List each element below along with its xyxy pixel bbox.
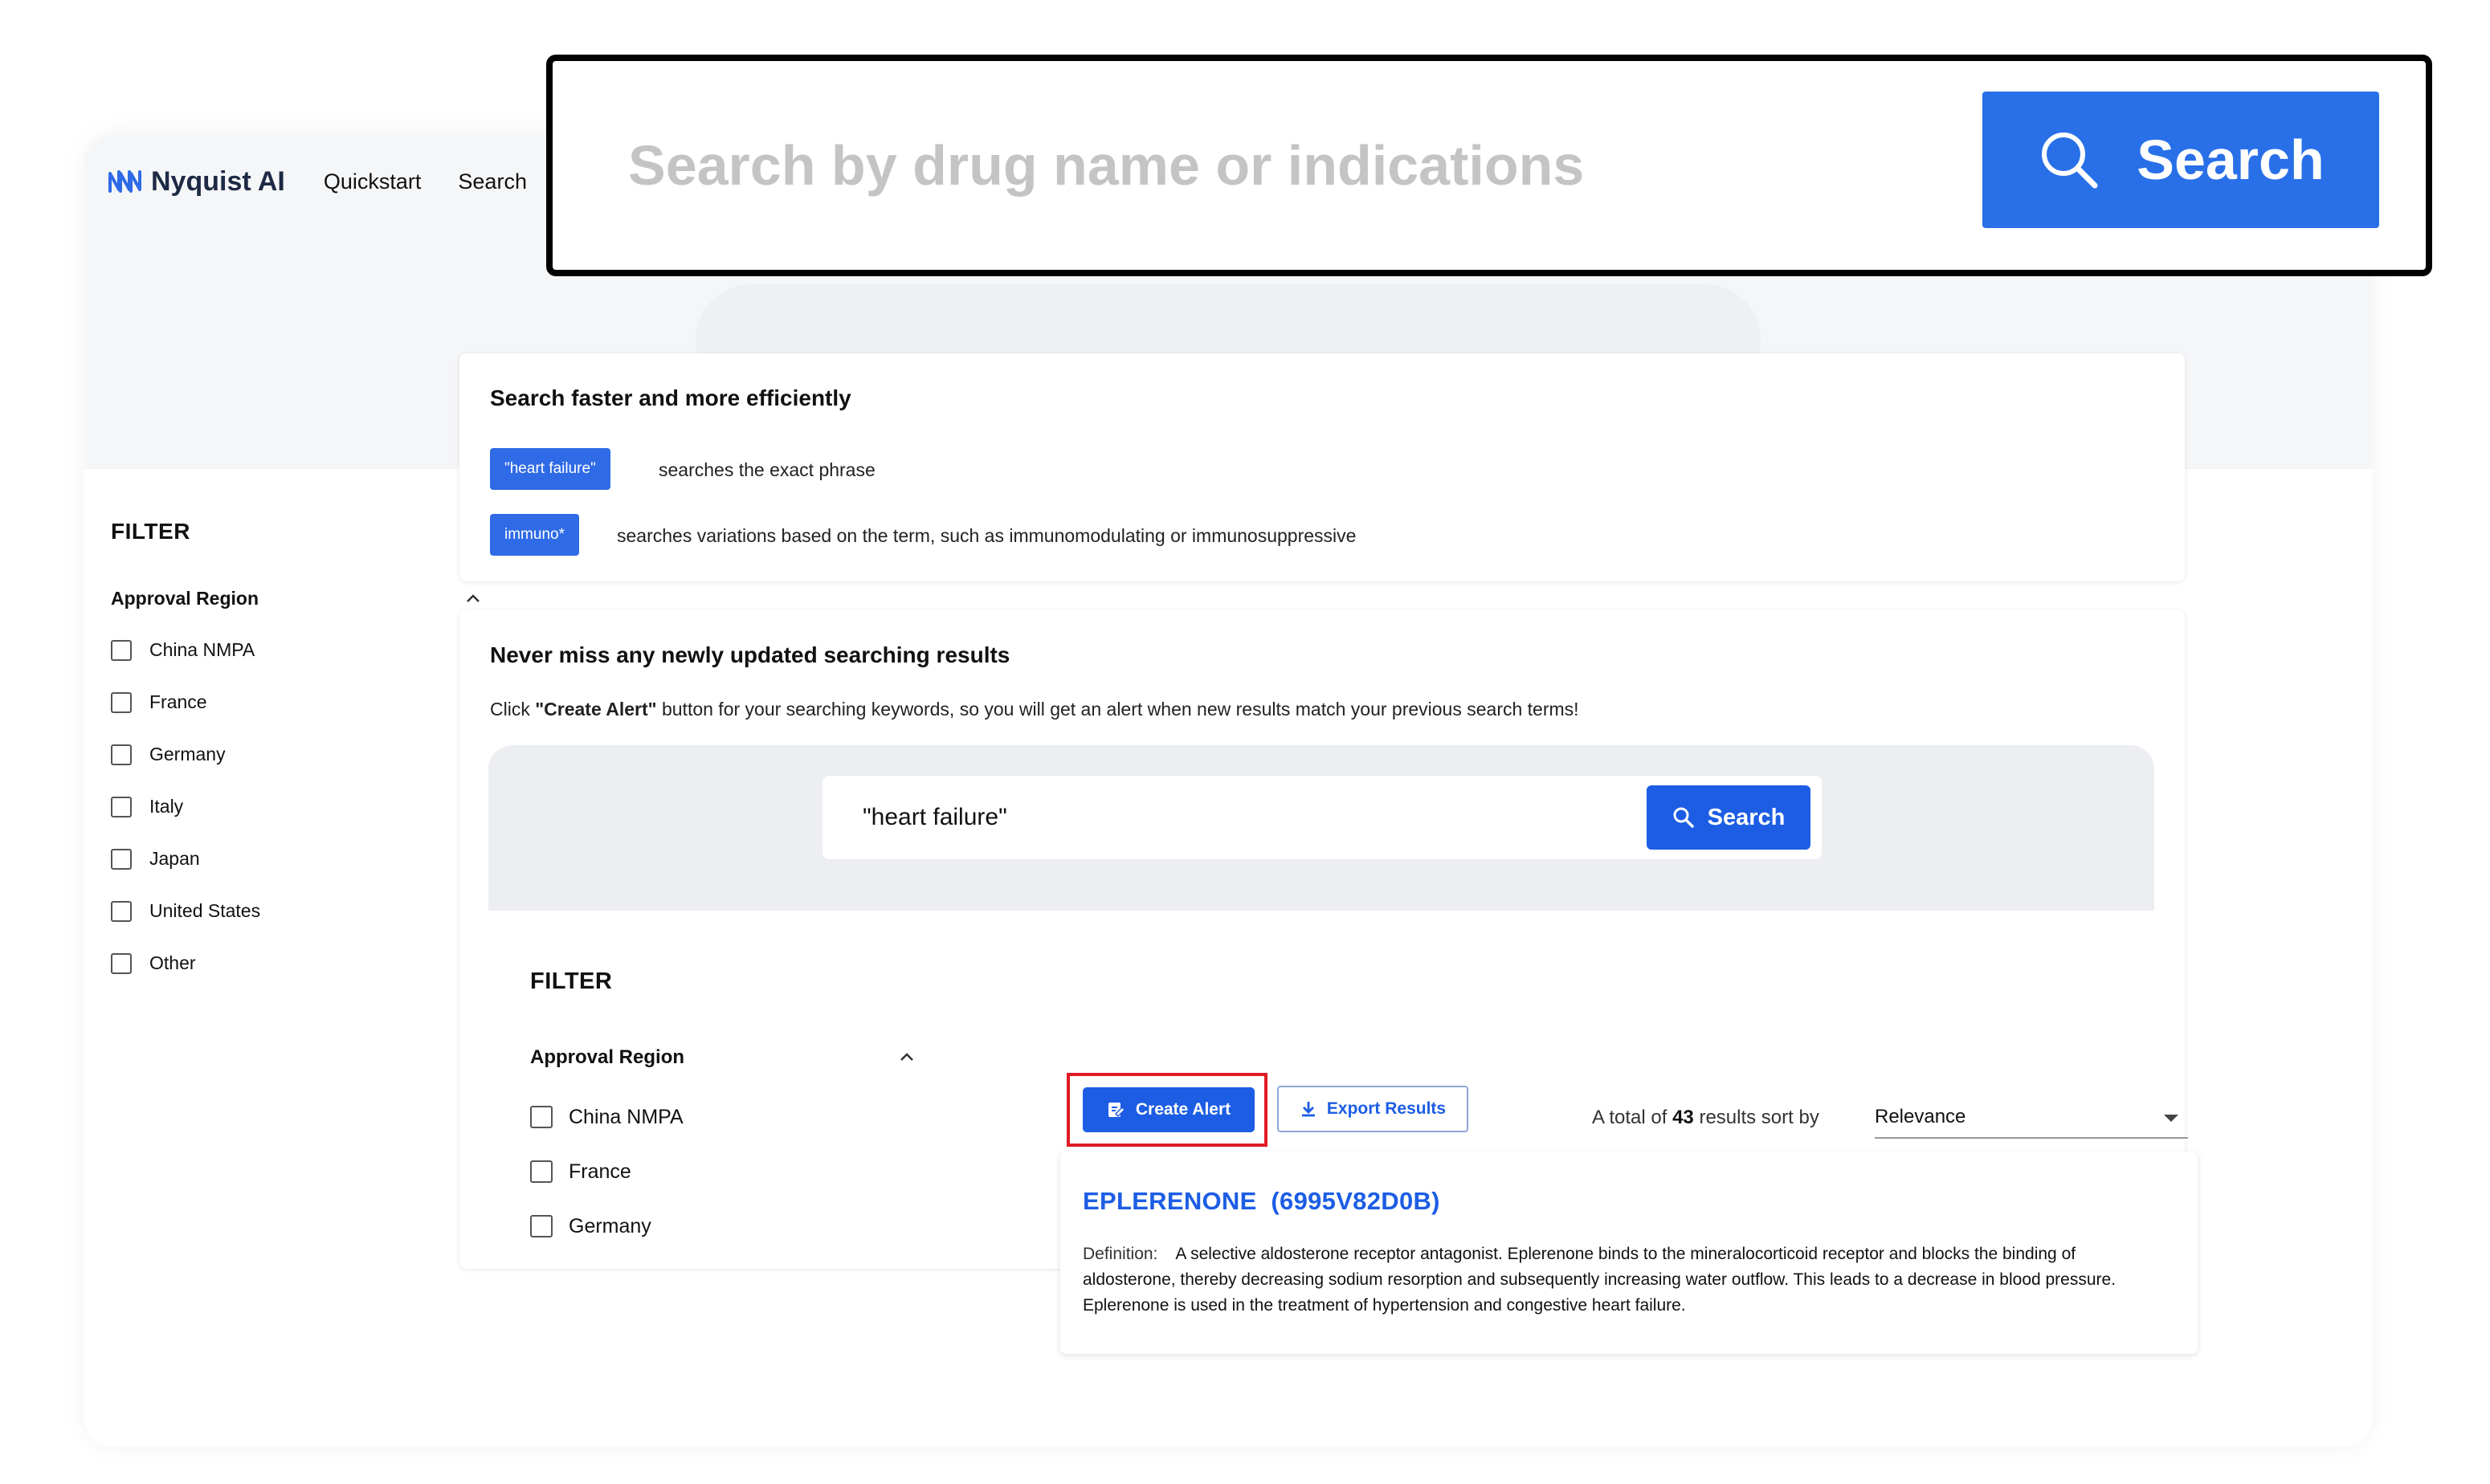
nav-link-quickstart[interactable]: Quickstart [324, 169, 422, 194]
checkbox[interactable] [111, 848, 132, 870]
option-label: France [149, 691, 207, 712]
tip-tag-exact-phrase: "heart failure" [490, 448, 610, 490]
search-button[interactable]: Search [1982, 92, 2379, 228]
result-definition: Definition: A selective aldosterone recep… [1083, 1241, 2167, 1319]
checkbox[interactable] [530, 1160, 553, 1183]
create-alert-label: Create Alert [1135, 1100, 1231, 1119]
logo-text: Nyquist AI [151, 165, 285, 197]
tip-tag-wildcard: immuno* [490, 514, 579, 556]
search-icon [2042, 132, 2098, 189]
example-filter-panel: FILTER Approval Region China NMPA France… [530, 968, 932, 1254]
alert-card-title: Never miss any newly updated searching r… [490, 642, 1010, 667]
option-label: Germany [569, 1214, 651, 1237]
sort-value: Relevance [1875, 1106, 1966, 1127]
checkbox[interactable] [111, 900, 132, 922]
region-option-other[interactable]: Other [111, 937, 488, 989]
option-label: Germany [149, 744, 226, 764]
approval-region-header[interactable]: Approval Region [111, 588, 482, 610]
filter-title: FILTER [530, 968, 613, 994]
approval-region-header[interactable]: Approval Region [530, 1046, 916, 1069]
alert-edit-icon [1108, 1103, 1125, 1118]
approval-region-title: Approval Region [111, 588, 259, 609]
tip-desc-exact-phrase: searches the exact phrase [659, 459, 876, 480]
filter-title: FILTER [111, 519, 190, 544]
chevron-up-icon[interactable] [898, 1049, 916, 1066]
search-tips-card: Search faster and more efficiently "hear… [459, 353, 2185, 581]
checkbox[interactable] [111, 691, 132, 713]
search-icon [1673, 807, 1694, 828]
region-option-china-nmpa[interactable]: China NMPA [530, 1090, 932, 1144]
top-nav: Nyquist AI Quickstart Search [108, 149, 527, 214]
alert-card-description: Click "Create Alert" button for your sea… [490, 699, 1579, 720]
region-option-italy[interactable]: Italy [111, 781, 488, 833]
region-option-china-nmpa[interactable]: China NMPA [111, 624, 488, 676]
download-icon [1301, 1102, 1315, 1117]
caret-down-icon [2164, 1115, 2178, 1122]
checkbox[interactable] [530, 1106, 553, 1128]
checkbox[interactable] [111, 744, 132, 765]
total-count: 43 [1672, 1107, 1694, 1128]
option-label: Italy [149, 796, 184, 817]
desc-bold: "Create Alert" [535, 699, 657, 720]
region-option-japan[interactable]: Japan [111, 833, 488, 885]
search-placeholder[interactable]: Search by drug name or indications [628, 61, 1584, 270]
example-search-area: "heart failure" Search [488, 745, 2154, 911]
option-label: France [569, 1160, 631, 1183]
approval-region-title: Approval Region [530, 1046, 685, 1068]
magnified-search-bar: Search by drug name or indications Searc… [546, 55, 2432, 276]
example-search-button[interactable]: Search [1647, 785, 1810, 850]
option-label: Japan [149, 848, 200, 869]
checkbox[interactable] [111, 796, 132, 817]
nyquist-logo-icon [108, 170, 141, 193]
total-suffix: results sort by [1693, 1107, 1819, 1128]
example-search-value: "heart failure" [863, 804, 1007, 830]
export-results-label: Export Results [1326, 1099, 1447, 1118]
tips-title: Search faster and more efficiently [490, 385, 851, 410]
region-option-germany[interactable]: Germany [530, 1199, 932, 1254]
region-options: China NMPA France Germany [530, 1090, 932, 1254]
option-label: United States [149, 900, 261, 921]
results-total: A total of 43 results sort by [1592, 1107, 1819, 1129]
total-prefix: A total of [1592, 1107, 1673, 1128]
definition-text: A selective aldosterone receptor antagon… [1083, 1245, 2116, 1315]
chevron-up-icon[interactable] [464, 590, 482, 608]
example-search-button-label: Search [1707, 804, 1786, 830]
tip-desc-wildcard: searches variations based on the term, s… [617, 525, 1357, 546]
create-alert-button[interactable]: Create Alert [1083, 1087, 1255, 1132]
sidebar-filter: FILTER Approval Region China NMPA France… [111, 519, 488, 989]
region-option-germany[interactable]: Germany [111, 728, 488, 781]
sort-select[interactable]: Relevance [1875, 1097, 2188, 1139]
checkbox[interactable] [111, 952, 132, 974]
region-options: China NMPA France Germany Italy Japan Un… [111, 624, 488, 989]
search-button-label: Search [2137, 128, 2325, 191]
region-option-france[interactable]: France [530, 1144, 932, 1199]
checkbox[interactable] [530, 1215, 553, 1237]
export-results-button[interactable]: Export Results [1277, 1086, 1468, 1132]
nav-link-search[interactable]: Search [458, 169, 527, 194]
example-search-input[interactable]: "heart failure" Search [823, 776, 1822, 859]
result-title[interactable]: EPLERENONE (6995V82D0B) [1083, 1187, 1440, 1216]
region-option-united-states[interactable]: United States [111, 885, 488, 937]
checkbox[interactable] [111, 639, 132, 661]
option-label: Other [149, 952, 196, 973]
definition-label: Definition: [1083, 1245, 1158, 1263]
logo[interactable]: Nyquist AI [108, 166, 285, 198]
option-label: China NMPA [149, 639, 255, 660]
region-option-france[interactable]: France [111, 676, 488, 728]
result-card[interactable]: EPLERENONE (6995V82D0B) Definition: A sel… [1060, 1152, 2198, 1354]
desc-prefix: Click [490, 699, 536, 720]
option-label: China NMPA [569, 1105, 684, 1128]
desc-suffix: button for your searching keywords, so y… [656, 699, 1579, 720]
